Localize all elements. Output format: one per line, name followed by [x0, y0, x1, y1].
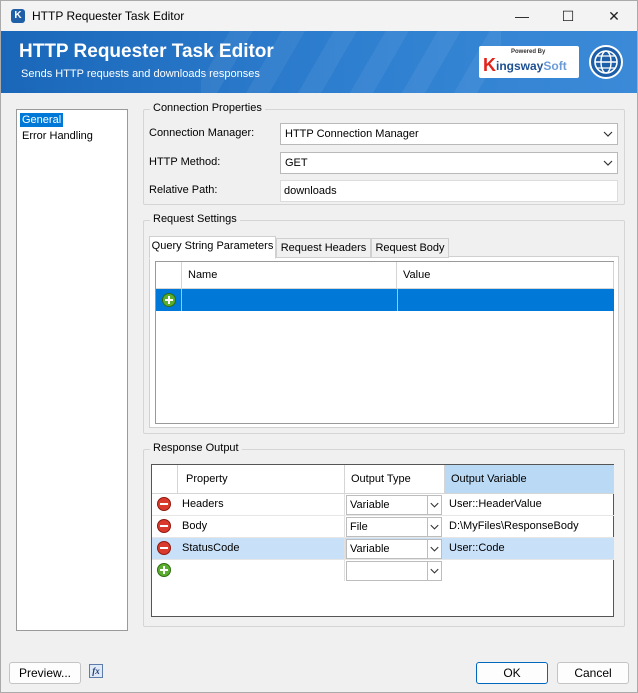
column-header-name[interactable]: Name [182, 262, 397, 289]
property-cell: Body [178, 516, 345, 537]
brand-name-soft: Soft [543, 59, 567, 73]
property-cell: Headers [178, 494, 345, 515]
output-type-value: Variable [350, 499, 390, 511]
http-method-value: GET [285, 157, 308, 169]
globe-icon [589, 45, 623, 79]
chevron-down-icon [427, 496, 439, 514]
remove-row-icon[interactable] [157, 497, 171, 511]
table-row[interactable]: Headers Variable User::HeaderValue [152, 494, 614, 516]
http-method-select[interactable]: GET [280, 152, 618, 174]
maximize-button[interactable]: ☐ [545, 1, 591, 31]
add-row-icon[interactable] [162, 293, 176, 307]
kingswaysoft-logo: Powered By K ingswaySoft [479, 46, 579, 78]
output-variable-cell[interactable]: D:\MyFiles\ResponseBody [445, 516, 614, 537]
output-type-value: Variable [350, 543, 390, 555]
kingsway-app-icon: K [11, 9, 25, 23]
brand-name: ingswaySoft [496, 59, 567, 73]
tab-request-body[interactable]: Request Body [371, 238, 449, 258]
output-type-select[interactable]: Variable [346, 495, 442, 515]
remove-row-icon[interactable] [157, 541, 171, 555]
minimize-button[interactable]: — [499, 1, 545, 31]
title-bar: K HTTP Requester Task Editor — ☐ ✕ [1, 1, 637, 31]
task-editor-window: K HTTP Requester Task Editor — ☐ ✕ HTTP … [0, 0, 638, 693]
chevron-down-icon [427, 518, 439, 536]
brand-k-letter: K [483, 55, 496, 75]
add-row-icon[interactable] [157, 563, 171, 577]
tab-query-string-parameters[interactable]: Query String Parameters [149, 236, 276, 259]
remove-row-icon[interactable] [157, 519, 171, 533]
connection-properties-legend: Connection Properties [150, 102, 265, 114]
close-button[interactable]: ✕ [591, 1, 637, 31]
row-divider [181, 289, 182, 311]
brand-powered-by: Powered By [511, 49, 546, 55]
tab-request-headers[interactable]: Request Headers [276, 238, 371, 258]
request-settings-legend: Request Settings [150, 213, 240, 225]
ok-button[interactable]: OK [476, 662, 548, 684]
cancel-button[interactable]: Cancel [557, 662, 629, 684]
column-header-output-type[interactable]: Output Type [345, 465, 445, 494]
column-header-value[interactable]: Value [397, 262, 614, 289]
table-row[interactable]: Body File D:\MyFiles\ResponseBody [152, 516, 614, 538]
chevron-down-icon [603, 131, 613, 137]
window-title: HTTP Requester Task Editor [32, 9, 185, 23]
http-method-label: HTTP Method: [149, 156, 221, 168]
table-row[interactable]: StatusCode Variable User::Code [152, 538, 614, 560]
table-row-new[interactable] [156, 289, 614, 311]
property-cell: StatusCode [178, 538, 345, 559]
banner-subtitle: Sends HTTP requests and downloads respon… [21, 68, 260, 80]
fx-expression-button[interactable]: fx [89, 664, 103, 678]
sidebar-nav: General Error Handling [16, 109, 128, 631]
output-type-select[interactable]: File [346, 517, 442, 537]
column-header-property[interactable]: Property [178, 465, 345, 494]
relative-path-label: Relative Path: [149, 184, 218, 196]
column-header-output-variable[interactable]: Output Variable [445, 465, 614, 494]
connection-manager-value: HTTP Connection Manager [285, 128, 419, 140]
output-type-value: File [350, 521, 368, 533]
row-divider [397, 289, 398, 311]
banner-title: HTTP Requester Task Editor [19, 41, 274, 62]
query-parameters-grid: Name Value [155, 261, 614, 424]
property-cell-empty [178, 560, 345, 581]
sidebar-item-general[interactable]: General [20, 113, 64, 127]
relative-path-input[interactable]: downloads [280, 180, 618, 202]
output-variable-cell[interactable]: User::Code [445, 538, 614, 559]
output-variable-cell[interactable]: User::HeaderValue [445, 494, 614, 515]
grid-corner-header [152, 465, 178, 494]
grid-corner-header [156, 262, 182, 289]
chevron-down-icon [603, 160, 613, 166]
header-banner: HTTP Requester Task Editor Sends HTTP re… [1, 31, 637, 93]
output-type-select[interactable]: Variable [346, 539, 442, 559]
sidebar-item-error-handling[interactable]: Error Handling [20, 129, 95, 143]
table-row-new[interactable] [152, 560, 614, 582]
response-output-legend: Response Output [150, 442, 242, 454]
connection-manager-select[interactable]: HTTP Connection Manager [280, 123, 618, 145]
connection-manager-label: Connection Manager: [149, 127, 255, 139]
chevron-down-icon [427, 540, 439, 558]
response-output-grid: Property Output Type Output Variable Hea… [151, 464, 614, 617]
preview-button[interactable]: Preview... [9, 662, 81, 684]
chevron-down-icon [427, 562, 439, 580]
output-type-select[interactable] [346, 561, 442, 581]
brand-name-main: ingsway [496, 59, 544, 73]
